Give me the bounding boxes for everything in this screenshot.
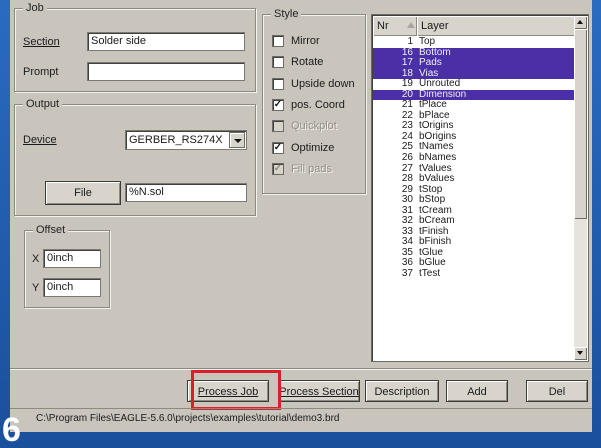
- style-option-checkbox: [272, 120, 284, 133]
- output-group: Output Device GERBER_RS274X File %N.sol: [14, 98, 256, 216]
- layer-list[interactable]: Nr Layer 1 Top 16 Bottom 17 Pads 18 Vias 19 Unrou…: [371, 14, 589, 362]
- screenshot-frame: Job Section Solder side Prompt Output De…: [0, 0, 601, 448]
- sort-ascending-icon: [407, 22, 415, 28]
- del-button[interactable]: Del: [526, 380, 588, 402]
- column-header-nr-label: Nr: [377, 20, 389, 32]
- prompt-input[interactable]: [87, 62, 245, 81]
- style-option-checkbox[interactable]: [272, 77, 284, 90]
- job-group: Job Section Solder side Prompt: [14, 2, 256, 92]
- offset-y-label: Y: [32, 282, 40, 294]
- style-option-label: Mirror: [291, 35, 320, 47]
- layer-list-header: Nr Layer: [373, 16, 575, 36]
- style-option-label: Rotate: [291, 56, 324, 69]
- style-option-checkbox: ✓: [272, 162, 284, 175]
- output-group-title: Output: [23, 98, 63, 110]
- status-path: C:\Program Files\EAGLE-5.6.0\projects\ex…: [36, 413, 340, 424]
- offset-x-input[interactable]: 0inch: [43, 249, 101, 268]
- chevron-down-icon[interactable]: [229, 132, 245, 148]
- add-button[interactable]: Add: [446, 380, 508, 402]
- layer-number: 26: [401, 152, 413, 164]
- offset-group: Offset X 0inch Y 0inch: [24, 224, 110, 308]
- offset-y-input[interactable]: 0inch: [43, 278, 101, 297]
- scrollbar-thumb[interactable]: [574, 29, 587, 219]
- device-select[interactable]: GERBER_RS274X: [125, 130, 247, 150]
- column-header-layer[interactable]: Layer: [417, 16, 575, 36]
- section-label-text: Section: [23, 36, 60, 48]
- bottom-separator: [10, 368, 592, 370]
- job-group-title: Job: [23, 2, 47, 14]
- description-button[interactable]: Description: [365, 380, 439, 402]
- layer-name: bNames: [419, 152, 457, 164]
- style-option-checkbox[interactable]: [272, 35, 284, 47]
- style-option-checkbox[interactable]: ✓: [272, 98, 284, 111]
- process-section-button[interactable]: Process Section: [278, 380, 360, 402]
- layer-row[interactable]: 37 tTest: [373, 268, 575, 280]
- style-option-label: Quickplot: [291, 120, 337, 133]
- offset-group-title: Offset: [33, 224, 69, 236]
- scroll-up-icon[interactable]: [574, 16, 587, 29]
- style-option-label: Upside down: [291, 77, 355, 90]
- section-input[interactable]: Solder side: [87, 32, 245, 51]
- layer-row[interactable]: 1 Top: [373, 36, 575, 48]
- offset-x-label: X: [32, 253, 40, 265]
- step-number: 6: [2, 411, 21, 448]
- style-option-label: Fill pads: [291, 162, 332, 175]
- layer-name: Top: [419, 36, 436, 47]
- layer-number: 1: [407, 36, 413, 47]
- file-button[interactable]: File: [45, 181, 121, 205]
- process-section-label: Process Section: [279, 386, 359, 398]
- layer-row[interactable]: 26 bNames: [373, 152, 575, 164]
- style-option-label: pos. Coord: [291, 98, 345, 111]
- style-option-checkbox[interactable]: ✓: [272, 141, 284, 154]
- style-group: Style Mirror Rotate Upside down ✓ pos. Coord…: [262, 8, 366, 194]
- column-header-layer-label: Layer: [421, 20, 449, 32]
- status-bar: C:\Program Files\EAGLE-5.6.0\projects\ex…: [10, 408, 592, 430]
- cam-processor-dialog: Job Section Solder side Prompt Output De…: [10, 0, 592, 432]
- column-header-nr[interactable]: Nr: [373, 16, 417, 36]
- style-option-label: Optimize: [291, 141, 335, 154]
- prompt-label: Prompt: [23, 66, 59, 78]
- device-label: Device: [23, 134, 57, 146]
- file-input[interactable]: %N.sol: [125, 183, 247, 202]
- process-job-highlight: [191, 370, 281, 410]
- layer-name: tTest: [419, 268, 441, 280]
- layer-rows: 1 Top 16 Bottom 17 Pads 18 Vias 19 Unrouted 20 Dime…: [373, 36, 575, 280]
- layer-list-scrollbar[interactable]: [574, 16, 587, 360]
- style-option-checkbox[interactable]: [272, 56, 284, 69]
- scroll-down-icon[interactable]: [574, 347, 587, 360]
- style-group-title: Style: [271, 8, 302, 20]
- section-label: Section: [23, 35, 60, 49]
- layer-number: 37: [401, 268, 413, 280]
- device-select-value: GERBER_RS274X: [129, 134, 223, 146]
